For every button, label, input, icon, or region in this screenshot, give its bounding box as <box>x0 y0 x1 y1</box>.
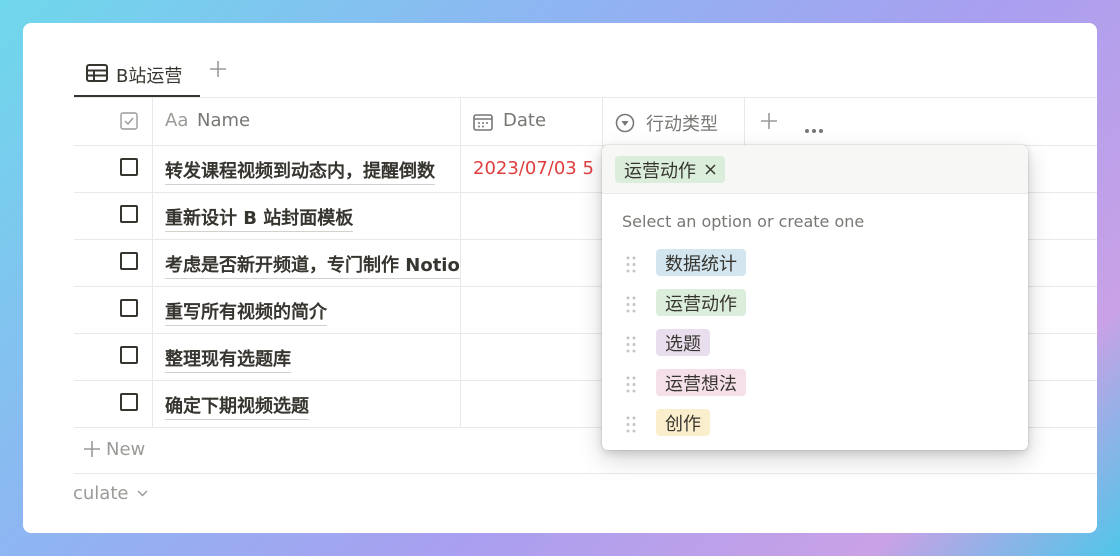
option-tag: 选题 <box>656 329 710 356</box>
row-checkbox[interactable] <box>120 158 138 176</box>
option-tag: 运营想法 <box>656 369 746 396</box>
remove-tag-button[interactable] <box>705 164 716 175</box>
more-icon <box>805 129 823 133</box>
selected-tag-label: 运营动作 <box>624 160 696 182</box>
option-tag: 创作 <box>656 409 710 436</box>
row-checkbox[interactable] <box>120 252 138 270</box>
option-item[interactable]: 选题 <box>602 324 1028 364</box>
header-date-label: Date <box>503 110 547 131</box>
table-icon <box>86 64 108 86</box>
drag-handle-icon <box>626 416 636 433</box>
select-icon <box>615 113 635 138</box>
select-dropdown: 运营动作 Select an option or create one 数据统计… <box>602 145 1028 450</box>
header-date[interactable]: Date <box>461 98 603 145</box>
selected-tag: 运营动作 <box>615 156 725 183</box>
row-name[interactable]: 重新设计 B 站封面模板 <box>165 204 354 232</box>
calculate-label: culate <box>73 483 129 504</box>
row-name[interactable]: 整理现有选题库 <box>165 345 291 373</box>
popup-hint: Select an option or create one <box>622 212 865 231</box>
option-item[interactable]: 运营想法 <box>602 364 1028 404</box>
header-name[interactable]: Aa Name <box>153 98 461 145</box>
option-item[interactable]: 创作 <box>602 404 1028 444</box>
close-icon <box>705 164 716 175</box>
plus-icon <box>210 61 226 77</box>
view-tab[interactable]: B站运营 <box>74 55 200 97</box>
header-name-label: Name <box>197 110 251 131</box>
row-checkbox[interactable] <box>120 205 138 223</box>
row-date: 2023/07/03 5 <box>473 158 594 179</box>
view-tabs: B站运营 <box>74 23 1097 97</box>
row-name[interactable]: 确定下期视频选题 <box>165 392 309 420</box>
text-type-icon: Aa <box>165 110 189 131</box>
selected-options-bar[interactable]: 运营动作 <box>602 145 1028 194</box>
row-name[interactable]: 重写所有视频的简介 <box>165 298 327 326</box>
add-view-button[interactable] <box>208 57 228 85</box>
row-checkbox[interactable] <box>120 299 138 317</box>
header-check-cell <box>74 98 153 145</box>
new-row-label: New <box>106 439 146 460</box>
option-item[interactable]: 数据统计 <box>602 244 1028 284</box>
drag-handle-icon <box>626 376 636 393</box>
row-checkbox[interactable] <box>120 393 138 411</box>
chevron-down-icon <box>137 490 148 497</box>
header-type[interactable]: 行动类型 <box>603 98 745 145</box>
row-name[interactable]: 转发课程视频到动态内，提醒倒数 <box>165 157 435 185</box>
drag-handle-icon <box>626 256 636 273</box>
plus-icon <box>761 113 777 129</box>
more-options-button[interactable] <box>804 118 824 139</box>
header-type-label: 行动类型 <box>646 114 718 135</box>
row-name[interactable]: 考虑是否新开频道，专门制作 Notion <box>165 251 460 279</box>
add-property-button[interactable] <box>760 112 778 135</box>
plus-icon <box>84 441 100 457</box>
option-item[interactable]: 运营动作 <box>602 284 1028 324</box>
table-header: Aa Name Date 行动类型 <box>74 98 1097 146</box>
checkbox-icon <box>120 112 138 135</box>
drag-handle-icon <box>626 296 636 313</box>
option-tag: 运营动作 <box>656 289 746 316</box>
calculate-button[interactable]: culate <box>73 483 148 504</box>
view-tab-label: B站运营 <box>116 66 183 87</box>
option-tag: 数据统计 <box>656 249 746 276</box>
drag-handle-icon <box>626 336 636 353</box>
row-checkbox[interactable] <box>120 346 138 364</box>
calendar-icon <box>473 114 493 136</box>
